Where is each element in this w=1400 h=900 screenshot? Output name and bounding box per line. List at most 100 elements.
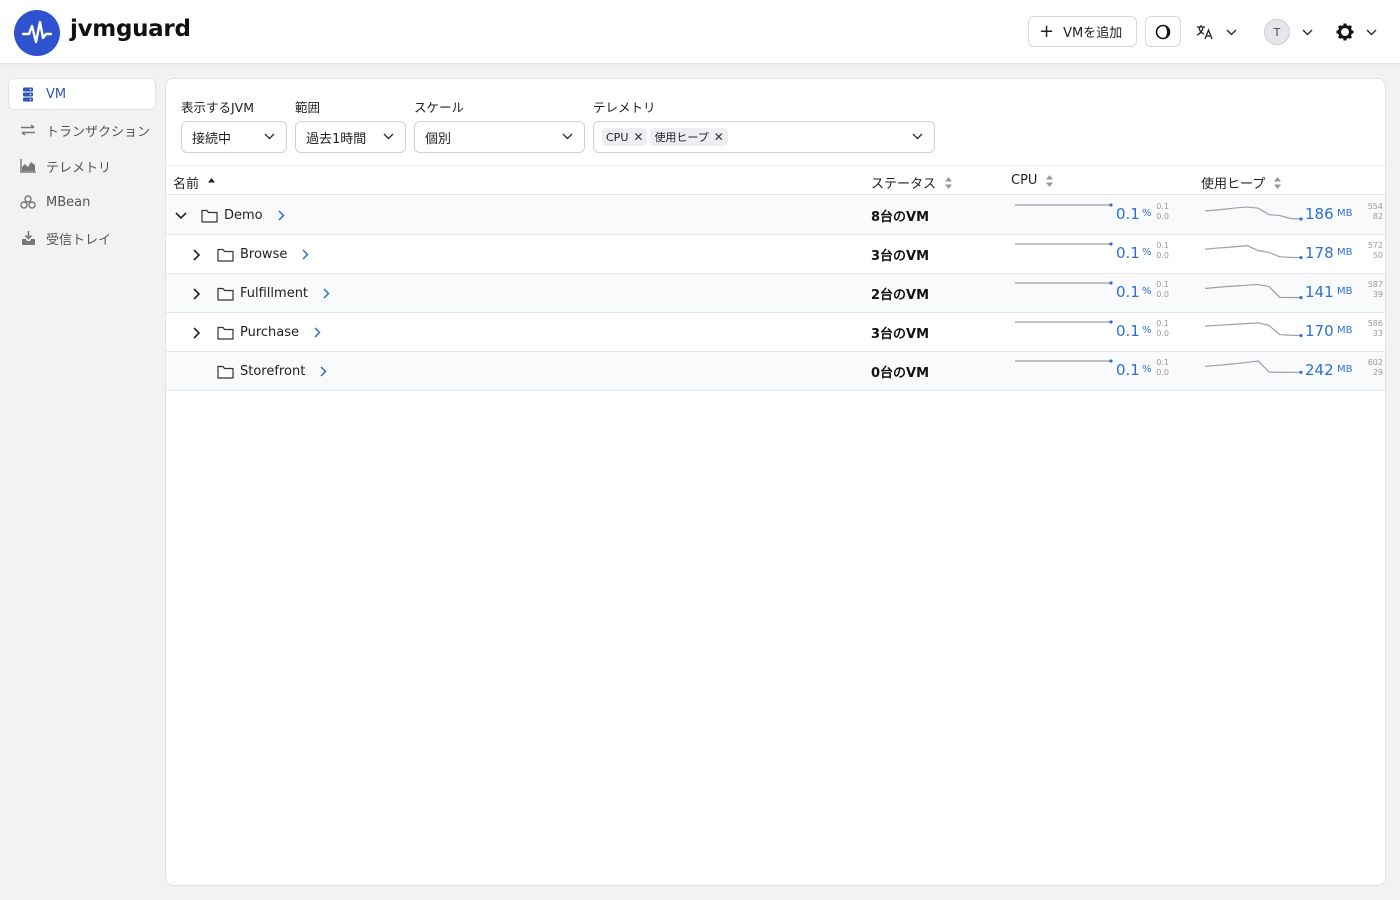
heap-max: 572 [1367, 241, 1383, 250]
brand-name[interactable]: jvmguard [70, 16, 191, 42]
column-header-label: ステータス [871, 177, 937, 192]
add-vm-button[interactable]: + VMを追加 [1028, 16, 1137, 47]
user-menu-button[interactable]: T [1264, 18, 1318, 46]
chevron-right-icon[interactable] [302, 249, 309, 260]
sparkline-last-point [1299, 333, 1303, 338]
cpu-min: 0.0 [1156, 290, 1169, 299]
heap-max: 587 [1367, 280, 1383, 289]
column-header-heap[interactable]: 使用ヒープ [1201, 173, 1282, 192]
heap-max-min: 554 82 [1355, 202, 1383, 222]
cpu-min: 0.0 [1156, 368, 1169, 377]
telemetry-multiselect[interactable]: CPU ✕ 使用ヒープ ✕ [593, 121, 935, 153]
settings-menu-button[interactable] [1336, 18, 1386, 46]
group-name[interactable]: Fulfillment [240, 286, 308, 301]
sort-icon [1274, 176, 1282, 189]
cpu-max: 0.1 [1156, 358, 1169, 367]
chevron-down-icon[interactable] [173, 211, 189, 220]
chevron-right-icon[interactable] [320, 366, 327, 377]
chevron-down-icon [562, 133, 573, 140]
sidebar-item-telemetry[interactable]: テレメトリ [8, 150, 156, 182]
cpu-unit: % [1142, 325, 1152, 336]
sparkline-last-point [1299, 255, 1303, 260]
cpu-max: 0.1 [1156, 241, 1169, 250]
heap-min: 29 [1372, 368, 1383, 377]
cpu-max-min: 0.1 0.0 [1155, 358, 1169, 378]
name-cell: Browse [189, 235, 309, 274]
chevron-right-icon[interactable] [323, 288, 330, 299]
heap-unit: MB [1337, 364, 1353, 375]
cpu-metric: 0.1 % 0.1 0.0 [1013, 196, 1169, 235]
sparkline-last-point [1109, 281, 1113, 285]
chevron-right-icon[interactable] [189, 326, 205, 339]
gear-icon [1336, 23, 1354, 41]
table-row[interactable]: Fulfillment 2台のVM 0.1 % 0.1 0.0 141 MB 58… [166, 274, 1385, 313]
table-row[interactable]: Purchase 3台のVM 0.1 % 0.1 0.0 170 MB 586 33 [166, 313, 1385, 352]
area-chart-icon [19, 157, 37, 175]
sidebar-item-transactions[interactable]: トランザクション [8, 114, 156, 146]
heap-metric: 170 MB 586 33 [1203, 313, 1383, 352]
cpu-min: 0.0 [1156, 329, 1169, 338]
group-name[interactable]: Demo [224, 208, 263, 223]
sidebar-item-inbox[interactable]: 受信トレイ [8, 222, 156, 254]
status-cell: 3台のVM [871, 249, 930, 264]
heap-sparkline [1204, 283, 1303, 300]
table-row[interactable]: Browse 3台のVM 0.1 % 0.1 0.0 178 MB 572 50 [166, 235, 1385, 274]
group-name[interactable]: Storefront [240, 364, 305, 379]
theme-toggle-button[interactable] [1145, 16, 1181, 47]
cpu-max-min: 0.1 0.0 [1155, 280, 1169, 300]
heap-max-min: 602 29 [1355, 358, 1383, 378]
heap-min: 39 [1372, 290, 1383, 299]
cpu-max-min: 0.1 0.0 [1155, 241, 1169, 261]
heap-sparkline [1204, 245, 1303, 260]
sparkline-last-point [1109, 320, 1113, 324]
transactions-icon [19, 121, 37, 139]
scale-filter: スケール 個別 [414, 97, 585, 153]
sparkline-path [1204, 283, 1302, 299]
chevron-right-icon[interactable] [314, 327, 321, 338]
cpu-max-min: 0.1 0.0 [1155, 319, 1169, 339]
heap-value: 170 [1305, 322, 1334, 340]
cpu-value: 0.1 [1116, 283, 1140, 301]
language-menu-button[interactable] [1196, 18, 1246, 46]
status-cell: 8台のVM [871, 210, 930, 225]
sparkline-path [1204, 322, 1302, 337]
sort-ascending-icon [208, 177, 216, 182]
cpu-metric: 0.1 % 0.1 0.0 [1013, 235, 1169, 274]
cpu-unit: % [1142, 208, 1152, 219]
chevron-right-icon[interactable] [189, 248, 205, 261]
scale-select[interactable]: 個別 [414, 121, 585, 153]
chevron-right-icon[interactable] [278, 210, 285, 221]
chip-label: 使用ヒープ [654, 131, 709, 144]
jvm-select[interactable]: 接続中 [181, 121, 287, 153]
heap-metric: 242 MB 602 29 [1203, 352, 1383, 391]
cpu-sparkline [1015, 203, 1113, 207]
avatar: T [1264, 19, 1290, 45]
chevron-right-icon[interactable] [189, 287, 205, 300]
column-header-status[interactable]: ステータス [871, 173, 953, 192]
table-row[interactable]: Storefront 0台のVM 0.1 % 0.1 0.0 242 MB 602… [166, 352, 1385, 391]
range-select[interactable]: 過去1時間 [295, 121, 406, 153]
chevron-down-icon [1302, 28, 1313, 36]
sidebar-item-vm[interactable]: VM [8, 78, 156, 110]
plus-icon: + [1039, 20, 1055, 42]
sidebar-item-mbean[interactable]: MBean [8, 186, 156, 218]
column-header-cpu[interactable]: CPU [1011, 173, 1054, 188]
folder-icon [217, 248, 234, 262]
table-row[interactable]: Demo 8台のVM 0.1 % 0.1 0.0 186 MB 554 82 [166, 196, 1385, 235]
chevron-down-icon [264, 133, 275, 140]
heap-max-min: 572 50 [1355, 241, 1383, 261]
chevron-down-icon [912, 133, 923, 140]
sparkline-path [1204, 360, 1301, 373]
close-icon[interactable]: ✕ [714, 130, 724, 144]
column-header-label: 名前 [173, 177, 200, 192]
group-name[interactable]: Browse [240, 247, 287, 262]
column-header-name[interactable]: 名前 [173, 173, 216, 192]
group-name[interactable]: Purchase [240, 325, 299, 340]
jvm-select-value: 接続中 [192, 131, 232, 147]
column-header-label: CPU [1011, 173, 1038, 188]
close-icon[interactable]: ✕ [633, 130, 643, 144]
pulse-logo-icon[interactable] [14, 10, 60, 56]
scale-filter-label: スケール [414, 100, 465, 115]
heap-metric: 186 MB 554 82 [1203, 196, 1383, 235]
inbox-icon [19, 229, 37, 247]
